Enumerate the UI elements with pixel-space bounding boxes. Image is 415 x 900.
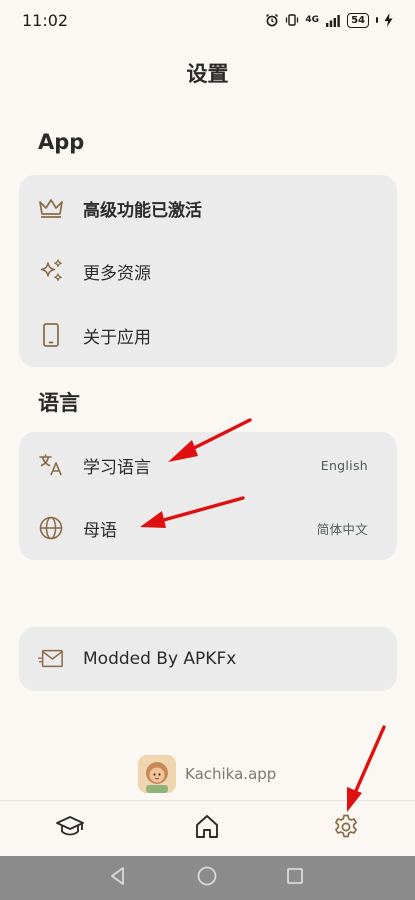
bottom-nav <box>0 800 415 856</box>
about-app-item[interactable]: 关于应用 <box>19 305 397 365</box>
premium-activated-label: 高级功能已激活 <box>83 200 202 221</box>
home-icon <box>193 813 221 845</box>
charging-icon <box>384 13 393 27</box>
globe-icon <box>38 515 64 541</box>
nav-home-button[interactable] <box>192 814 222 844</box>
graduation-cap-icon <box>55 814 85 844</box>
mail-icon <box>38 646 64 672</box>
gear-icon <box>332 813 360 845</box>
about-app-label: 关于应用 <box>83 327 151 348</box>
system-nav-bar <box>0 856 415 900</box>
crown-icon <box>38 195 64 221</box>
native-language-item[interactable]: 母语 简体中文 <box>19 498 397 558</box>
language-settings-card: 学习语言 English 母语 简体中文 <box>19 432 397 560</box>
brand-logo <box>138 755 176 793</box>
brand-name: Kachika.app <box>185 765 277 783</box>
premium-activated-item[interactable]: 高级功能已激活 <box>19 178 397 238</box>
system-back-button[interactable] <box>107 867 129 889</box>
vibrate-icon <box>285 13 299 27</box>
section-title-app: App <box>38 130 85 154</box>
mod-info-label: Modded By APKFx <box>83 649 237 669</box>
battery-level: 54 <box>347 12 369 28</box>
alarm-icon <box>265 13 279 27</box>
system-recents-button[interactable] <box>284 867 306 889</box>
nav-learn-button[interactable] <box>55 814 85 844</box>
back-triangle-icon <box>108 866 128 890</box>
nav-settings-button[interactable] <box>331 814 361 844</box>
learning-language-label: 学习语言 <box>83 457 151 478</box>
signal-icon <box>325 14 341 27</box>
sparkles-icon <box>38 258 64 284</box>
system-home-button[interactable] <box>196 865 218 891</box>
status-icons: 4G 54 <box>265 12 393 28</box>
more-resources-label: 更多资源 <box>83 263 151 284</box>
learning-language-value: English <box>320 457 368 473</box>
battery-tip <box>376 17 378 23</box>
status-bar: 11:02 4G 54 <box>0 0 415 40</box>
app-settings-card: 高级功能已激活 更多资源 关于应用 <box>19 175 397 367</box>
phone-icon <box>38 322 64 348</box>
network-label: 4G <box>305 15 320 25</box>
page-title: 设置 <box>186 62 229 86</box>
more-resources-item[interactable]: 更多资源 <box>19 241 397 301</box>
recents-square-icon <box>285 866 305 890</box>
status-time: 11:02 <box>22 10 69 30</box>
translate-icon <box>38 452 64 478</box>
home-circle-icon <box>196 865 218 891</box>
section-title-language: 语言 <box>38 391 80 415</box>
native-language-value: 简体中文 <box>316 521 368 537</box>
mod-info-item[interactable]: Modded By APKFx <box>19 629 397 689</box>
mod-info-card: Modded By APKFx <box>19 627 397 691</box>
native-language-label: 母语 <box>83 520 117 541</box>
footer-brand: Kachika.app <box>138 755 276 793</box>
learning-language-item[interactable]: 学习语言 English <box>19 435 397 495</box>
